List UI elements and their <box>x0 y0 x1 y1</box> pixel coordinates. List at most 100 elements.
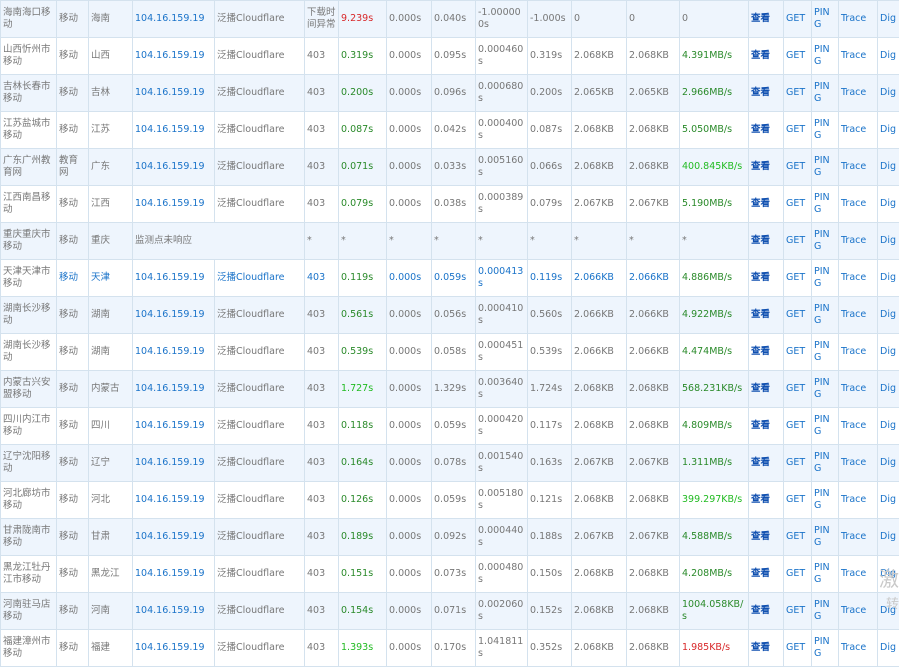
trace-link[interactable]: Trace <box>841 87 866 98</box>
view-link[interactable]: 查看 <box>751 13 770 24</box>
trace-link[interactable]: Trace <box>841 494 866 505</box>
trace-link[interactable]: Trace <box>841 124 866 135</box>
view-link[interactable]: 查看 <box>751 420 770 431</box>
dig-link[interactable]: Dig <box>880 235 896 246</box>
get-link[interactable]: GET <box>786 50 805 61</box>
dig-link[interactable]: Dig <box>880 161 896 172</box>
view-link[interactable]: 查看 <box>751 198 770 209</box>
ssl-time: -1.000000s <box>476 1 528 38</box>
view-link[interactable]: 查看 <box>751 531 770 542</box>
get-link[interactable]: GET <box>786 198 805 209</box>
ping-link[interactable]: PING <box>814 599 830 622</box>
table-row: 湖南长沙移动移动湖南104.16.159.19泛播Cloudflare4030.… <box>1 297 899 334</box>
view-link[interactable]: 查看 <box>751 272 770 283</box>
get-link[interactable]: GET <box>786 568 805 579</box>
view-link-cell: 查看 <box>749 593 784 630</box>
get-link[interactable]: GET <box>786 87 805 98</box>
ping-link[interactable]: PING <box>814 562 830 585</box>
get-link[interactable]: GET <box>786 605 805 616</box>
trace-link[interactable]: Trace <box>841 161 866 172</box>
trace-link[interactable]: Trace <box>841 605 866 616</box>
view-link[interactable]: 查看 <box>751 642 770 653</box>
get-link[interactable]: GET <box>786 531 805 542</box>
dig-link[interactable]: Dig <box>880 383 896 394</box>
ping-link[interactable]: PING <box>814 377 830 400</box>
trace-link[interactable]: Trace <box>841 272 866 283</box>
view-link[interactable]: 查看 <box>751 494 770 505</box>
trace-link[interactable]: Trace <box>841 531 866 542</box>
page-size: 2.068KB <box>627 556 680 593</box>
trace-link[interactable]: Trace <box>841 568 866 579</box>
view-link[interactable]: 查看 <box>751 309 770 320</box>
get-link[interactable]: GET <box>786 13 805 24</box>
get-link[interactable]: GET <box>786 383 805 394</box>
dig-link[interactable]: Dig <box>880 531 896 542</box>
dig-link[interactable]: Dig <box>880 642 896 653</box>
get-link[interactable]: GET <box>786 235 805 246</box>
trace-link[interactable]: Trace <box>841 420 866 431</box>
trace-link[interactable]: Trace <box>841 198 866 209</box>
dig-link[interactable]: Dig <box>880 309 896 320</box>
ping-link[interactable]: PING <box>814 118 830 141</box>
get-link[interactable]: GET <box>786 457 805 468</box>
trace-link[interactable]: Trace <box>841 383 866 394</box>
dig-link[interactable]: Dig <box>880 420 896 431</box>
get-link[interactable]: GET <box>786 124 805 135</box>
dig-link[interactable]: Dig <box>880 346 896 357</box>
ping-link[interactable]: PING <box>814 81 830 104</box>
dig-link[interactable]: Dig <box>880 87 896 98</box>
trace-link[interactable]: Trace <box>841 346 866 357</box>
ping-link[interactable]: PING <box>814 340 830 363</box>
ping-link[interactable]: PING <box>814 525 830 548</box>
get-link[interactable]: GET <box>786 642 805 653</box>
get-link[interactable]: GET <box>786 309 805 320</box>
trace-link[interactable]: Trace <box>841 309 866 320</box>
ping-link[interactable]: PING <box>814 229 830 252</box>
get-link[interactable]: GET <box>786 494 805 505</box>
ping-link[interactable]: PING <box>814 192 830 215</box>
view-link[interactable]: 查看 <box>751 124 770 135</box>
get-link[interactable]: GET <box>786 420 805 431</box>
view-link[interactable]: 查看 <box>751 87 770 98</box>
view-link[interactable]: 查看 <box>751 235 770 246</box>
trace-link[interactable]: Trace <box>841 642 866 653</box>
dig-link[interactable]: Dig <box>880 272 896 283</box>
total-time: 0.164s <box>339 445 387 482</box>
view-link[interactable]: 查看 <box>751 346 770 357</box>
get-link[interactable]: GET <box>786 161 805 172</box>
trace-link[interactable]: Trace <box>841 50 866 61</box>
view-link[interactable]: 查看 <box>751 383 770 394</box>
ping-link[interactable]: PING <box>814 7 830 30</box>
dig-link-cell: Dig <box>878 519 899 556</box>
view-link[interactable]: 查看 <box>751 50 770 61</box>
dig-link[interactable]: Dig <box>880 13 896 24</box>
dig-link[interactable]: Dig <box>880 50 896 61</box>
ping-link[interactable]: PING <box>814 451 830 474</box>
ping-link[interactable]: PING <box>814 155 830 178</box>
ping-link[interactable]: PING <box>814 414 830 437</box>
get-link[interactable]: GET <box>786 272 805 283</box>
dns-time: 0.000s <box>387 149 432 186</box>
dig-link[interactable]: Dig <box>880 457 896 468</box>
header-size: 2.068KB <box>572 38 627 75</box>
dig-link[interactable]: Dig <box>880 494 896 505</box>
trace-link[interactable]: Trace <box>841 235 866 246</box>
table-row: 山西忻州市移动移动山西104.16.159.19泛播Cloudflare4030… <box>1 38 899 75</box>
http-status: 403 <box>305 334 339 371</box>
trace-link[interactable]: Trace <box>841 13 866 24</box>
ping-link[interactable]: PING <box>814 303 830 326</box>
ssl-time: 0.000680s <box>476 75 528 112</box>
dig-link[interactable]: Dig <box>880 124 896 135</box>
ping-link[interactable]: PING <box>814 636 830 659</box>
trace-link[interactable]: Trace <box>841 457 866 468</box>
ping-link[interactable]: PING <box>814 266 830 289</box>
ping-link[interactable]: PING <box>814 488 830 511</box>
view-link[interactable]: 查看 <box>751 605 770 616</box>
dig-link[interactable]: Dig <box>880 198 896 209</box>
view-link[interactable]: 查看 <box>751 457 770 468</box>
view-link[interactable]: 查看 <box>751 568 770 579</box>
get-link[interactable]: GET <box>786 346 805 357</box>
region: 内蒙古 <box>89 371 133 408</box>
ping-link[interactable]: PING <box>814 44 830 67</box>
view-link[interactable]: 查看 <box>751 161 770 172</box>
